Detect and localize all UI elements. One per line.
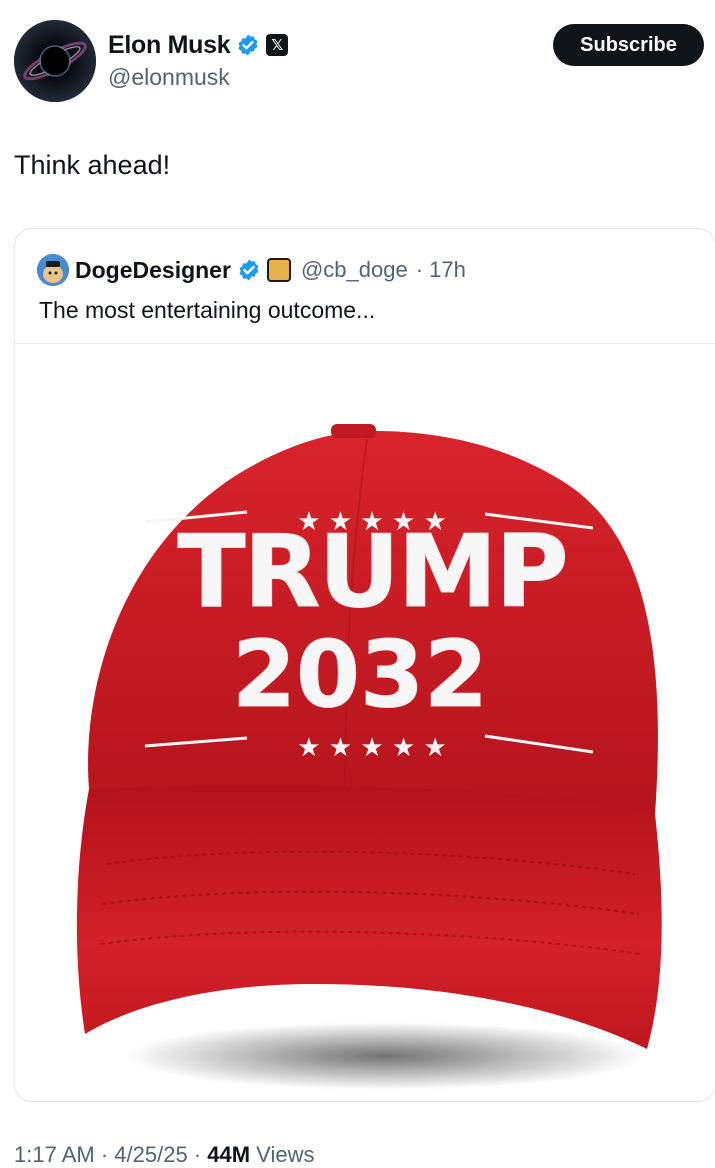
author-avatar[interactable] — [14, 20, 96, 102]
x-logo-icon: 𝕏 — [266, 34, 289, 56]
views-label: Views — [256, 1142, 315, 1167]
cap-stars-bottom: ★ ★ ★ ★ ★ — [297, 733, 447, 763]
meta-separator: · — [187, 1142, 208, 1167]
quoted-author-handle[interactable]: @cb_doge — [301, 257, 408, 283]
author-name[interactable]: Elon Musk — [108, 31, 231, 60]
red-cap-image: ★ ★ ★ ★ ★ TRUMP 2032 ★ ★ ★ ★ ★ — [76, 424, 662, 1090]
doge-avatar-image — [37, 254, 69, 286]
verified-badge-icon[interactable] — [237, 258, 261, 282]
post-date[interactable]: 4/25/25 — [114, 1142, 187, 1167]
blackhole-avatar-image — [14, 20, 96, 102]
post-time[interactable]: 1:17 AM — [14, 1142, 95, 1167]
cap-text-year: 2032 — [232, 621, 488, 728]
verified-badge-icon[interactable] — [236, 33, 260, 57]
author-name-row: Elon Musk 𝕏 — [108, 30, 289, 60]
cap-text-trump: TRUMP — [177, 513, 566, 630]
views-count: 44M — [207, 1142, 251, 1167]
quoted-author-avatar[interactable] — [37, 254, 69, 286]
quoted-post-image[interactable]: ★ ★ ★ ★ ★ TRUMP 2032 ★ ★ ★ ★ ★ — [15, 344, 715, 1101]
quoted-post-age[interactable]: · 17h — [416, 257, 466, 283]
author-block: Elon Musk 𝕏 @elonmusk — [108, 30, 289, 91]
author-handle[interactable]: @elonmusk — [108, 64, 288, 91]
doge-affiliate-icon — [266, 258, 291, 282]
meta-separator: · — [94, 1142, 115, 1167]
post-metadata: 1:17 AM · 4/25/25 · 44M Views — [14, 1142, 314, 1168]
quoted-post-card[interactable]: DogeDesigner @cb_doge · 17h The most ent… — [14, 228, 715, 1102]
quoted-post-header: DogeDesigner @cb_doge · 17h — [37, 254, 466, 286]
quoted-author-name[interactable]: DogeDesigner — [75, 257, 231, 284]
quoted-post-text: The most entertaining outcome... — [39, 297, 376, 323]
subscribe-button[interactable]: Subscribe — [553, 24, 704, 66]
post-text: Think ahead! — [14, 150, 171, 180]
